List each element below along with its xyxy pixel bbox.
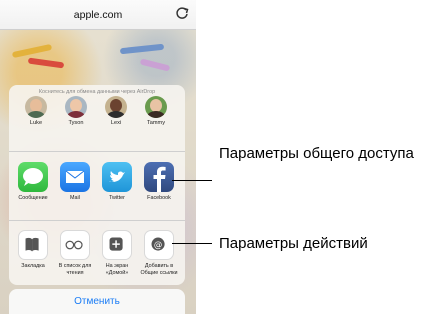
crayon-decoration (119, 43, 165, 55)
phone-screen: apple.com Коснитесь для обмена данными ч… (0, 0, 196, 314)
airdrop-person[interactable]: Luke (17, 96, 55, 126)
person-name: Lexi (110, 120, 122, 126)
callout-line-sharing (172, 180, 212, 181)
person-name: Tammy (146, 120, 166, 126)
callout-sharing-text: Параметры общего доступа (219, 145, 414, 162)
airdrop-person[interactable]: Tammy (137, 96, 175, 126)
avatar (105, 96, 127, 118)
twitter-icon (102, 162, 132, 192)
app-label: Facebook (147, 195, 171, 201)
reload-icon[interactable] (174, 5, 190, 21)
share-sheet: Коснитесь для обмена данными через AirDr… (9, 85, 185, 285)
callout-actions-options: Параметры действий (219, 234, 423, 253)
avatar (65, 96, 87, 118)
app-label: Mail (70, 195, 80, 201)
mail-icon (60, 162, 90, 192)
divider (9, 220, 185, 221)
callout-sharing-options: Параметры общего доступа (219, 144, 419, 163)
svg-text:@: @ (154, 239, 162, 249)
action-label: Добавить в Общие ссылки (140, 263, 178, 276)
share-app-messages[interactable]: Сообщение (13, 162, 53, 202)
action-label: Закладка (21, 263, 45, 269)
share-app-twitter[interactable]: Twitter (97, 162, 137, 202)
cancel-label: Отменить (74, 296, 120, 307)
avatar (145, 96, 167, 118)
airdrop-people-row: Luke Tyson Lexi Tammy (9, 96, 185, 148)
share-apps-row: Сообщение Mail Twitter Facebook (9, 162, 185, 212)
action-add-to-home[interactable]: На экран «Домой» (97, 230, 137, 276)
divider (9, 151, 185, 152)
share-app-facebook[interactable]: Facebook (139, 162, 179, 202)
cancel-button[interactable]: Отменить (9, 289, 185, 314)
add-to-home-icon (102, 230, 132, 260)
address-bar[interactable]: apple.com (0, 0, 196, 30)
avatar (25, 96, 47, 118)
reading-list-icon (60, 230, 90, 260)
action-bookmark[interactable]: Закладка (13, 230, 53, 270)
bookmark-icon (18, 230, 48, 260)
facebook-icon (144, 162, 174, 192)
actions-row: Закладка В список для чтения На экран «Д… (9, 230, 185, 282)
callout-line-actions (172, 243, 212, 244)
crayon-decoration (11, 43, 53, 59)
app-label: Сообщение (18, 195, 48, 201)
share-app-mail[interactable]: Mail (55, 162, 95, 202)
messages-icon (18, 162, 48, 192)
person-name: Luke (29, 120, 43, 126)
airdrop-hint: Коснитесь для обмена данными через AirDr… (38, 89, 156, 95)
url-text[interactable]: apple.com (0, 9, 196, 21)
action-reading-list[interactable]: В список для чтения (55, 230, 95, 276)
app-label: Twitter (109, 195, 125, 201)
action-label: На экран «Домой» (105, 263, 129, 276)
airdrop-person[interactable]: Tyson (57, 96, 95, 126)
person-name: Tyson (68, 120, 84, 126)
callout-actions-text: Параметры действий (219, 235, 368, 252)
shared-links-icon: @ (144, 230, 174, 260)
action-shared-links[interactable]: @ Добавить в Общие ссылки (139, 230, 179, 276)
action-label: В список для чтения (58, 263, 92, 276)
crayon-decoration (139, 58, 171, 72)
crayon-decoration (27, 57, 65, 69)
airdrop-person[interactable]: Lexi (97, 96, 135, 126)
